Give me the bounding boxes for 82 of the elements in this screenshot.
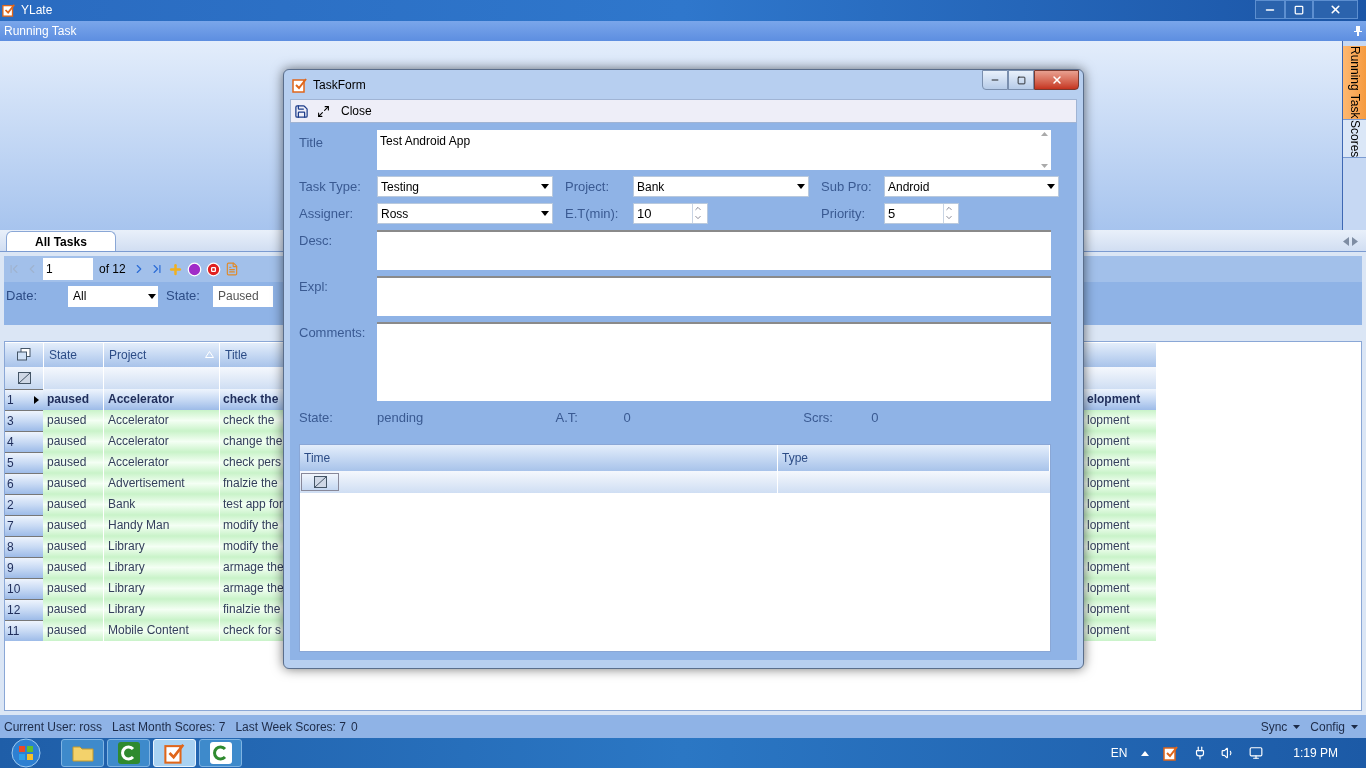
row-number-cell: 3 bbox=[5, 409, 43, 431]
table-cell: paused bbox=[43, 493, 103, 515]
status-text: Current User: ross bbox=[4, 718, 103, 736]
table-cell: paused bbox=[43, 598, 103, 620]
field-label: Project: bbox=[565, 177, 611, 196]
filter-label: State: bbox=[165, 287, 201, 306]
table-cell: lopment bbox=[1084, 451, 1156, 473]
table-cell: lopment bbox=[1084, 598, 1156, 620]
info-label: Scrs: bbox=[803, 409, 834, 428]
row-number-cell: 2 bbox=[5, 493, 43, 515]
table-cell: Accelerator bbox=[103, 430, 219, 452]
table-cell: paused bbox=[43, 535, 103, 557]
info-label: A.T: bbox=[555, 409, 579, 428]
row-number-cell: 12 bbox=[5, 598, 43, 620]
dialog-title: TaskForm bbox=[313, 76, 366, 94]
row-number-cell: 1 bbox=[5, 388, 43, 410]
field-label: Sub Pro: bbox=[821, 177, 873, 196]
page-count: of 12 bbox=[98, 261, 127, 279]
dropdown-value: Bank bbox=[637, 178, 665, 196]
table-cell: lopment bbox=[1084, 577, 1156, 599]
row-number-cell: 11 bbox=[5, 619, 43, 641]
table-cell: Bank bbox=[103, 493, 219, 515]
table-cell: paused bbox=[43, 388, 103, 410]
filter-label: Date: bbox=[6, 287, 39, 306]
field-label: E.T(min): bbox=[565, 204, 620, 223]
dropdown-value: Android bbox=[888, 178, 930, 196]
table-cell: Handy Man bbox=[103, 514, 219, 536]
table-cell: paused bbox=[43, 556, 103, 578]
table-cell: paused bbox=[43, 430, 103, 452]
info-label: State: bbox=[299, 409, 334, 428]
table-cell: paused bbox=[43, 409, 103, 431]
table-cell: paused bbox=[43, 619, 103, 641]
row-number-cell: 4 bbox=[5, 430, 43, 452]
status-text: Last Week Scores: 7 bbox=[235, 718, 346, 736]
window-title: YLate bbox=[21, 2, 53, 20]
table-cell: lopment bbox=[1084, 430, 1156, 452]
table-cell: lopment bbox=[1084, 409, 1156, 431]
table-cell: Advertisement bbox=[103, 472, 219, 494]
field-label: Desc: bbox=[299, 232, 334, 250]
field-label: Task Type: bbox=[299, 177, 362, 196]
field-label: Priority: bbox=[821, 204, 867, 223]
title-value: Test Android App bbox=[379, 133, 472, 150]
table-cell: lopment bbox=[1084, 535, 1156, 557]
spinner-value: 5 bbox=[887, 204, 897, 223]
table-cell: Library bbox=[103, 577, 219, 599]
row-number-cell: 6 bbox=[5, 472, 43, 494]
row-number-cell: 8 bbox=[5, 535, 43, 557]
dropdown-value: Ross bbox=[381, 205, 409, 223]
table-cell: lopment bbox=[1084, 514, 1156, 536]
table-cell: paused bbox=[43, 514, 103, 536]
field-label: Assigner: bbox=[299, 204, 355, 223]
field-label: Title bbox=[299, 134, 325, 152]
table-cell: Library bbox=[103, 535, 219, 557]
row-number-cell: 9 bbox=[5, 556, 43, 578]
table-cell: Library bbox=[103, 556, 219, 578]
info-value: pending bbox=[377, 409, 424, 428]
table-cell: paused bbox=[43, 577, 103, 599]
table-cell: Mobile Content bbox=[103, 619, 219, 641]
dropdown-value: All bbox=[73, 288, 87, 306]
table-cell: Library bbox=[103, 598, 219, 620]
info-value: 0 bbox=[623, 409, 631, 428]
row-number-cell: 7 bbox=[5, 514, 43, 536]
panel-title: Running Task bbox=[4, 22, 77, 40]
dropdown-value: Testing bbox=[381, 178, 420, 196]
table-cell: lopment bbox=[1084, 619, 1156, 641]
table-cell: lopment bbox=[1084, 472, 1156, 494]
table-cell: elopment bbox=[1084, 388, 1156, 410]
status-text: Last Month Scores: 7 bbox=[112, 718, 226, 736]
table-cell: paused bbox=[43, 451, 103, 473]
table-cell: Accelerator bbox=[103, 451, 219, 473]
field-label: Expl: bbox=[299, 278, 329, 296]
spinner-value: 10 bbox=[636, 204, 653, 223]
table-cell: lopment bbox=[1084, 493, 1156, 515]
table-cell: paused bbox=[43, 472, 103, 494]
table-cell: Accelerator bbox=[103, 409, 219, 431]
row-number-cell: 5 bbox=[5, 451, 43, 473]
field-label: Comments: bbox=[299, 324, 367, 342]
status-text: 0 bbox=[350, 718, 358, 736]
table-cell: Accelerator bbox=[103, 388, 219, 410]
row-number-cell: 10 bbox=[5, 577, 43, 599]
table-cell: lopment bbox=[1084, 556, 1156, 578]
info-value: 0 bbox=[871, 409, 879, 428]
